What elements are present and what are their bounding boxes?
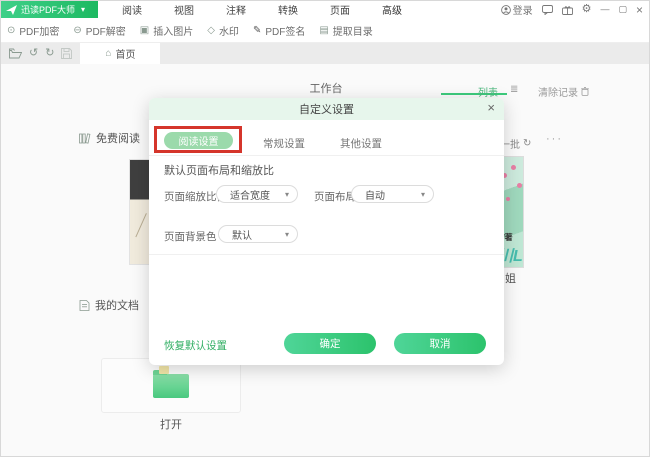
- menu-item-advanced[interactable]: 高级: [366, 0, 418, 19]
- custom-settings-dialog: 自定义设置 × 阅读设置 常规设置 其他设置 默认页面布局和缩放比 页面缩放比例…: [149, 98, 504, 365]
- green-folder-icon: [153, 374, 189, 398]
- toc-icon: ▤: [319, 25, 328, 36]
- dialog-header: 自定义设置 ×: [149, 98, 504, 120]
- open-file-label: 打开: [101, 416, 241, 432]
- logo-plane-icon: [6, 5, 17, 15]
- menu-item-read[interactable]: 阅读: [106, 0, 158, 19]
- trash-icon: [581, 87, 589, 96]
- my-documents-label: 我的文档: [95, 297, 139, 313]
- app-logo[interactable]: 迅读PDF大师 ▾: [1, 1, 98, 18]
- watermark-button[interactable]: ◇水印: [207, 23, 239, 38]
- cancel-button[interactable]: 取消: [394, 333, 486, 354]
- insert-image-button[interactable]: ▣插入图片: [140, 23, 193, 38]
- divider: [149, 155, 504, 156]
- maximize-button[interactable]: ▢: [618, 5, 627, 14]
- divider: [149, 254, 504, 255]
- clear-records-button[interactable]: 清除记录: [538, 84, 589, 99]
- document-icon: [79, 300, 90, 311]
- redo-icon[interactable]: ↻: [45, 48, 54, 59]
- undo-icon[interactable]: ↺: [29, 48, 38, 59]
- save-icon[interactable]: [61, 48, 72, 59]
- feedback-icon[interactable]: [542, 5, 553, 15]
- watermark-drop-icon: ◇: [207, 25, 215, 36]
- open-file-card[interactable]: [101, 358, 241, 413]
- page-zoom-select[interactable]: 适合宽度 ▾: [216, 185, 298, 203]
- logo-caret-icon[interactable]: ▾: [81, 5, 85, 14]
- home-icon: ⌂: [105, 48, 111, 59]
- app-window: 迅读PDF大师 ▾ 阅读 视图 注释 转换 页面 高级 登录 ⚙ — ▢ × ⊙…: [0, 0, 650, 457]
- free-reading-label: 免费阅读: [96, 130, 140, 146]
- extract-toc-button[interactable]: ▤提取目录: [319, 23, 372, 38]
- more-options-icon[interactable]: ···: [546, 133, 563, 145]
- page-layout-select[interactable]: 自动 ▾: [351, 185, 434, 203]
- ok-button[interactable]: 确定: [284, 333, 376, 354]
- refresh-icon: ↻: [523, 138, 531, 149]
- home-tab-label: 首页: [115, 46, 135, 61]
- pdf-encrypt-button[interactable]: ⊙PDF加密: [7, 23, 59, 38]
- pdf-sign-button[interactable]: ✎PDF签名: [253, 23, 305, 38]
- login-button[interactable]: 登录: [501, 2, 533, 17]
- user-icon: [501, 5, 511, 15]
- book-title-fragment: 姐: [505, 270, 516, 286]
- pdf-decrypt-button[interactable]: ⊖PDF解密: [73, 23, 125, 38]
- gift-icon[interactable]: [562, 5, 573, 15]
- decrypt-icon: ⊖: [73, 25, 81, 36]
- free-reading-section[interactable]: 免费阅读: [79, 130, 140, 146]
- open-folder-icon[interactable]: [9, 48, 22, 59]
- chevron-down-icon: ▾: [421, 190, 425, 199]
- login-label: 登录: [513, 2, 533, 17]
- dialog-title: 自定义设置: [299, 101, 354, 117]
- list-view-icon[interactable]: ≣: [510, 84, 518, 95]
- advanced-toolbar: ⊙PDF加密 ⊖PDF解密 ▣插入图片 ◇水印 ✎PDF签名 ▤提取目录: [1, 18, 650, 43]
- tab-other-settings[interactable]: 其他设置: [340, 136, 382, 151]
- my-documents-section[interactable]: 我的文档: [79, 297, 139, 313]
- image-icon: ▣: [140, 25, 149, 36]
- menu-item-convert[interactable]: 转换: [262, 0, 314, 19]
- books-icon: [79, 133, 91, 144]
- pen-icon: ✎: [253, 25, 261, 36]
- tab-reading-settings[interactable]: 阅读设置: [164, 132, 233, 149]
- quick-actions: ↺ ↻: [1, 43, 80, 64]
- settings-gear-icon[interactable]: ⚙: [582, 4, 592, 15]
- window-controls: 登录 ⚙ — ▢ ×: [501, 2, 650, 17]
- page-layout-label: 页面布局: [314, 189, 356, 204]
- dialog-close-icon[interactable]: ×: [487, 101, 495, 114]
- tab-general-settings[interactable]: 常规设置: [263, 136, 305, 151]
- page-background-label: 页面背景色: [164, 229, 217, 244]
- encrypt-icon: ⊙: [7, 25, 15, 36]
- tab-home[interactable]: ⌂ 首页: [80, 43, 160, 64]
- chevron-down-icon: ▾: [285, 190, 289, 199]
- tab-strip: ↺ ↻ ⌂ 首页: [1, 43, 650, 64]
- menu-item-view[interactable]: 视图: [158, 0, 210, 19]
- view-toggle-active[interactable]: 列表: [478, 84, 498, 99]
- restore-defaults-link[interactable]: 恢复默认设置: [164, 338, 227, 353]
- menubar: 迅读PDF大师 ▾ 阅读 视图 注释 转换 页面 高级 登录 ⚙ — ▢ ×: [1, 1, 650, 18]
- app-title: 迅读PDF大师: [21, 3, 75, 16]
- close-button[interactable]: ×: [636, 4, 643, 16]
- page-background-select[interactable]: 默认 ▾: [218, 225, 298, 243]
- main-menu: 阅读 视图 注释 转换 页面 高级: [106, 0, 418, 19]
- menu-item-page[interactable]: 页面: [314, 0, 366, 19]
- minimize-button[interactable]: —: [600, 5, 609, 14]
- menu-item-annotate[interactable]: 注释: [210, 0, 262, 19]
- section-title: 默认页面布局和缩放比: [164, 162, 274, 178]
- chevron-down-icon: ▾: [285, 230, 289, 239]
